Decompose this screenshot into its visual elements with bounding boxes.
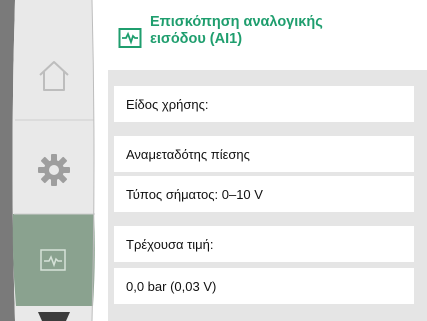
- page-header: Επισκόπηση αναλογικής εισόδου (AI1): [118, 14, 418, 58]
- info-list: Είδος χρήσης: Αναμεταδότης πίεσης Τύπος …: [108, 70, 427, 321]
- list-item-signal-type: Τύπος σήματος: 0–10 V: [114, 176, 414, 212]
- sensor-value: Αναμεταδότης πίεσης: [126, 146, 250, 162]
- current-value: 0,0 bar (0,03 V): [126, 278, 217, 294]
- current-value-label: Τρέχουσα τιμή:: [126, 236, 214, 252]
- gear-icon[interactable]: [34, 150, 74, 190]
- sidebar-wheel: [0, 0, 100, 321]
- list-item-current-value: 0,0 bar (0,03 V): [114, 268, 414, 304]
- page-title-line2: εισόδου (AI1): [150, 31, 243, 47]
- list-item-usage-type: Είδος χρήσης:: [114, 86, 414, 122]
- signal-type-value: Τύπος σήματος: 0–10 V: [126, 186, 263, 202]
- usage-type-label: Είδος χρήσης:: [126, 96, 209, 112]
- list-item-sensor: Αναμεταδότης πίεσης: [114, 136, 414, 172]
- page-title-line1: Επισκόπηση αναλογικής: [150, 14, 323, 30]
- analog-signal-icon: [118, 28, 142, 48]
- list-item-current-value-label: Τρέχουσα τιμή:: [114, 226, 414, 262]
- home-icon[interactable]: [34, 56, 74, 96]
- analog-signal-icon[interactable]: [39, 248, 67, 274]
- page-title: Επισκόπηση αναλογικής εισόδου (AI1): [150, 14, 323, 48]
